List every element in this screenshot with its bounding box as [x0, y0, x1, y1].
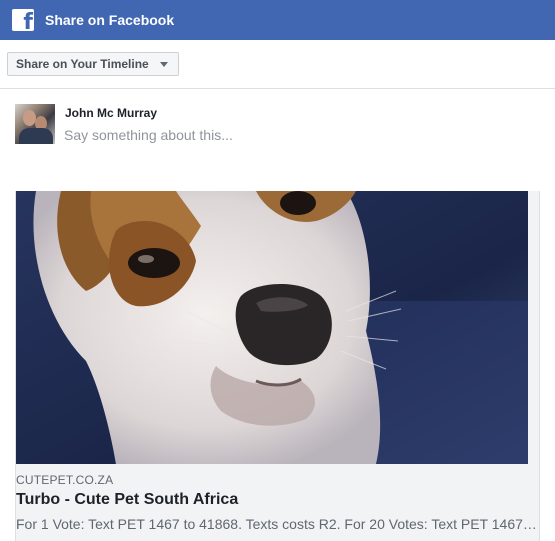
dialog-header: f Share on Facebook	[0, 0, 555, 40]
dialog-title: Share on Facebook	[45, 12, 175, 28]
say-something-input[interactable]	[64, 127, 534, 143]
share-toolbar: Share on Your Timeline	[0, 40, 555, 89]
avatar	[15, 104, 55, 144]
share-destination-label: Share on Your Timeline	[16, 57, 149, 71]
link-domain: CUTEPET.CO.ZA	[16, 473, 114, 487]
link-preview-card[interactable]: CUTEPET.CO.ZA Turbo - Cute Pet South Afr…	[15, 191, 540, 541]
link-preview-image[interactable]	[16, 191, 528, 464]
share-destination-dropdown[interactable]: Share on Your Timeline	[7, 52, 179, 76]
facebook-logo-icon: f	[12, 9, 34, 31]
link-description: For 1 Vote: Text PET 1467 to 41868. Text…	[16, 516, 540, 532]
link-title[interactable]: Turbo - Cute Pet South Africa	[16, 491, 238, 509]
caret-down-icon	[159, 61, 168, 67]
user-name: John Mc Murray	[65, 106, 158, 120]
post-composer: John Mc Murray	[0, 89, 555, 189]
